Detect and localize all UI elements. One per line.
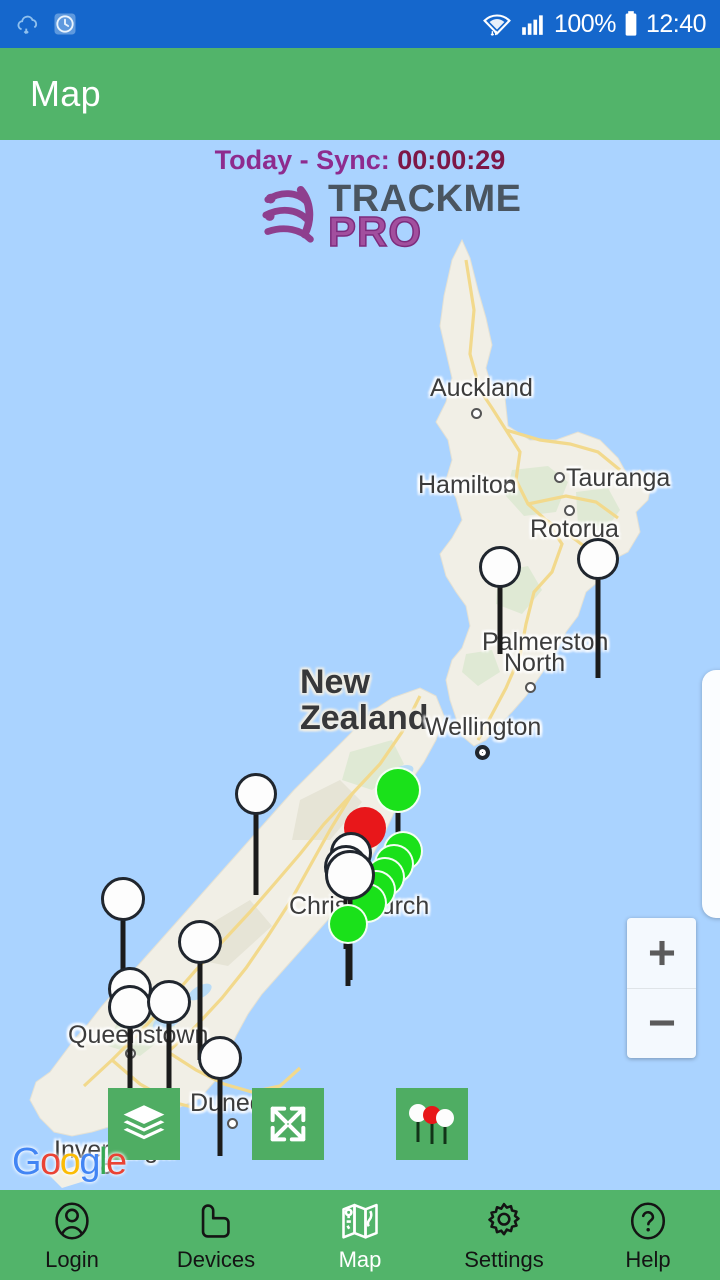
map-marker-white[interactable]	[198, 1036, 242, 1156]
country-label-line1: New	[300, 663, 370, 701]
battery-percent-label: 100%	[553, 9, 616, 38]
marker-head	[178, 920, 222, 964]
nav-item-devices[interactable]: Devices	[144, 1190, 288, 1280]
marker-head	[479, 546, 521, 588]
status-bar-clock: 12:40	[645, 9, 707, 38]
city-label-wellington: Wellington	[425, 713, 542, 741]
nav-item-login[interactable]: Login	[0, 1190, 144, 1280]
marker-head	[108, 985, 152, 1029]
trackme-swoosh-icon	[262, 185, 314, 243]
city-label-auckland: Auckland	[430, 374, 533, 402]
city-label-hamilton: Hamilton	[418, 471, 517, 499]
signal-bars-icon	[522, 15, 543, 35]
question-circle-icon	[626, 1198, 670, 1244]
nav-item-settings[interactable]: Settings	[432, 1190, 576, 1280]
map-pins-icon	[409, 1104, 454, 1144]
nav-item-map[interactable]: Map	[288, 1190, 432, 1280]
fullscreen-button[interactable]	[252, 1088, 324, 1160]
marker-head	[325, 850, 375, 900]
person-circle-icon	[50, 1198, 94, 1244]
status-bar-right-icons: 100% 12:40	[482, 9, 707, 39]
page-title: Map	[30, 73, 101, 114]
marker-head	[330, 906, 366, 942]
wifi-icon	[483, 14, 511, 36]
trackme-pro-logo: TRACKME PRO	[258, 180, 521, 256]
city-dot-hamilton	[504, 481, 515, 492]
status-bar: 100% 12:40	[0, 0, 720, 48]
logo-text-pro: PRO	[327, 208, 423, 256]
battery-full-icon	[625, 11, 637, 36]
layers-icon	[123, 1105, 165, 1140]
zoom-controls[interactable]	[627, 918, 696, 1058]
google-letter-2: o	[59, 1141, 81, 1183]
map-canvas[interactable]: Today - Sync: 00:00:29 TRACKME PRO New Z…	[0, 140, 720, 1190]
google-letter-3: g	[79, 1141, 100, 1183]
nav-label-map: Map	[338, 1246, 382, 1272]
fullscreen-expand-icon	[270, 1106, 306, 1142]
marker-head	[198, 1036, 242, 1080]
city-dot-rotorua	[564, 505, 575, 516]
sync-timer: 00:00:29	[397, 145, 506, 175]
tracker-device-icon	[195, 1198, 237, 1244]
nav-item-help[interactable]: Help	[576, 1190, 720, 1280]
gear-icon	[482, 1198, 526, 1244]
google-letter-0: G	[12, 1141, 42, 1183]
country-label-line2: Zealand	[300, 698, 429, 737]
map-marker-white[interactable]	[479, 546, 521, 654]
google-attribution-logo: Google	[12, 1141, 127, 1184]
google-letter-1: o	[40, 1141, 61, 1183]
nav-label-settings: Settings	[464, 1246, 544, 1272]
marker-head	[147, 980, 191, 1024]
city-label-tauranga: Tauranga	[566, 464, 671, 492]
nav-label-help: Help	[625, 1246, 671, 1272]
folded-map-icon	[338, 1198, 382, 1244]
map-marker-green[interactable]	[330, 906, 366, 986]
marker-head	[235, 773, 277, 815]
google-letter-4: l	[98, 1141, 107, 1183]
alarm-clock-icon	[54, 13, 76, 35]
city-dot-tauranga	[554, 472, 565, 483]
app-bar: Map	[0, 48, 720, 140]
country-label: New Zealand	[300, 663, 429, 737]
bottom-navigation-bar[interactable]: Login Devices Map Settings Help	[0, 1190, 720, 1280]
nav-label-login: Login	[45, 1246, 99, 1272]
markers-toggle-button[interactable]	[396, 1088, 468, 1160]
cloud-download-icon	[17, 15, 38, 34]
map-marker-white[interactable]	[147, 980, 191, 1102]
status-bar-left-icons	[14, 10, 79, 38]
plus-icon	[649, 940, 674, 965]
nav-label-devices: Devices	[176, 1246, 256, 1272]
zoom-out-button[interactable]	[627, 989, 696, 1059]
marker-head	[101, 877, 145, 921]
sync-status-line: Today - Sync: 00:00:29	[0, 145, 720, 176]
marker-head	[377, 769, 419, 811]
city-dot-wellington	[475, 745, 490, 760]
side-drawer-handle[interactable]	[702, 670, 720, 918]
city-dot-palmerston	[525, 682, 536, 693]
marker-head	[577, 538, 619, 580]
city-dot-auckland	[471, 408, 482, 419]
sync-label: Today - Sync:	[214, 145, 390, 175]
zoom-in-button[interactable]	[627, 918, 696, 989]
map-marker-white[interactable]	[235, 773, 277, 895]
minus-icon	[649, 1020, 674, 1026]
google-letter-5: e	[105, 1141, 127, 1183]
map-marker-white[interactable]	[577, 538, 619, 678]
